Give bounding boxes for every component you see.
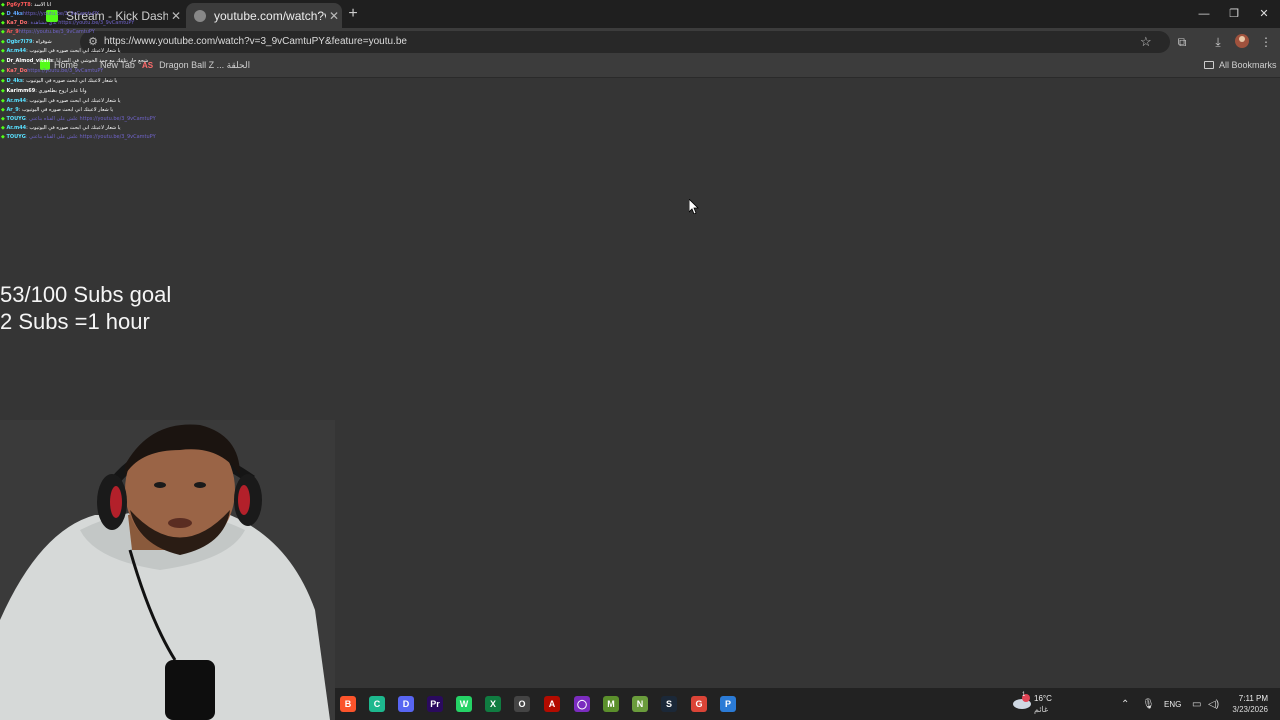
chat-username: Ar.m44	[6, 98, 27, 104]
weather-temp[interactable]: 16°C	[1034, 694, 1052, 703]
chat-text: : علش على القناه بتاعتي https://youtu.be…	[25, 134, 156, 140]
chat-username: Dr_Almod_vitalis	[6, 58, 54, 64]
chat-username: Karimm69	[6, 88, 36, 94]
steam-icon[interactable]: S	[661, 696, 677, 712]
subs-rule-text: 2 Subs =1 hour	[0, 309, 150, 334]
extensions-icon[interactable]: ⧉	[1174, 34, 1190, 50]
taskbar	[335, 688, 1280, 720]
volume-icon[interactable]: ◁)	[1208, 699, 1219, 710]
site-info-icon[interactable]: ⚙	[86, 35, 100, 49]
chat-text: : بدي مشاهدة https://youtu.be/3_9vCamtuP…	[27, 20, 135, 26]
download-icon[interactable]: ⤓	[1210, 34, 1226, 50]
discord-icon[interactable]: D	[398, 696, 414, 712]
profile-icon[interactable]	[1234, 34, 1250, 50]
weather-desc: غائم	[1034, 705, 1049, 714]
chat-message: ◆ Ka7_Do: بدي مشاهدة https://youtu.be/3_…	[1, 20, 134, 26]
chat-username: Ar_9	[6, 107, 19, 113]
subs-goal-text: 53/100 Subs goal	[0, 282, 172, 307]
bookmark-dragon-ball[interactable]: AS Dragon Ball Z ... الحلقة	[142, 60, 250, 71]
chat-username: Ka7_Do	[6, 20, 28, 26]
minecraft-icon[interactable]: M	[603, 696, 619, 712]
chevron-up-icon[interactable]: ⌃	[1121, 699, 1129, 710]
chat-message: ◆ Dr_Almod_vitalis: شجع حار بتاعك مع حمد…	[1, 58, 148, 64]
chat-username: Ka7_Do	[6, 68, 28, 74]
sheets-icon[interactable]: X	[485, 696, 501, 712]
obs-icon[interactable]: O	[514, 696, 530, 712]
chat-message: ◆ D_4kshttps://youtu.be/3_9vCamtuPY	[1, 11, 99, 17]
globe-icon	[194, 9, 206, 22]
clock-date[interactable]: 3/23/2026	[1222, 705, 1268, 714]
chat-text: : وانا عايز اروح بطلعوري	[35, 88, 87, 94]
chat-username: D_4ks	[6, 11, 23, 17]
chat-text: : انا الاسد	[30, 2, 52, 8]
subs-goal-overlay: 53/100 Subs goal 2 Subs =1 hour	[0, 281, 171, 335]
notepad-icon[interactable]: N	[632, 696, 648, 712]
chat-message: ◆ D_4ks: يا شعار لاعبتك اني ابحث صوره في…	[1, 78, 117, 84]
all-bookmarks-button[interactable]: All Bookmarks	[1204, 60, 1277, 70]
chat-text: : يا شعار لاعبتك اني ابحث صوره في اليوتي…	[18, 107, 114, 113]
chat-message: ◆ Ar.m44: يا شعار لاعبتك اني ابحث صوره ف…	[1, 98, 121, 104]
chat-text: : شوفراه	[32, 39, 52, 45]
chat-text: : شجع حار بتاعك مع حمد الخوشي في السرايا	[53, 58, 149, 64]
chat-message: ◆ Ar_9https://youtu.be/3_9vCamtuPY	[1, 29, 95, 35]
chat-message: ◆ Ogbr7i79: شوفراه	[1, 39, 52, 45]
network-icon[interactable]: ▭	[1192, 699, 1201, 710]
close-window-button[interactable]: ✕	[1250, 4, 1278, 24]
chat-message: ◆ Ar.m44: يا شعار لاعبتك اني ابحث صوره ف…	[1, 48, 121, 54]
minimize-button[interactable]: —	[1190, 4, 1218, 24]
chrome-icon[interactable]: G	[691, 696, 707, 712]
tab-youtube[interactable]: youtube.com/watch?v=3_9vCan ✕	[186, 3, 342, 28]
chat-username: D_4ks	[6, 78, 23, 84]
chat-message: ◆ Ar.m44: يا شعار لاعبتك اني ابحث صوره ف…	[1, 125, 121, 131]
tab-title: youtube.com/watch?v=3_9vCan	[214, 8, 326, 23]
clipchamp-icon[interactable]: C	[369, 696, 385, 712]
language-indicator[interactable]: ENG	[1164, 700, 1181, 709]
menu-icon[interactable]: ⋮	[1258, 34, 1274, 50]
chat-username: TOUYG	[6, 116, 26, 122]
chat-text: : يا شعار لاعبتك اني ابحث صوره في اليوتي…	[26, 98, 121, 104]
maximize-button[interactable]: ❐	[1220, 4, 1248, 24]
adobe-icon[interactable]: A	[544, 696, 560, 712]
chat-text: https://youtu.be/3_9vCamtuPY	[27, 68, 104, 74]
chat-text: : يا شعار لاعبتك اني ابحث صوره في اليوتي…	[26, 125, 121, 131]
url-text[interactable]: https://www.youtube.com/watch?v=3_9vCamt…	[104, 36, 407, 47]
premiere-icon[interactable]: Pr	[427, 696, 443, 712]
chat-message: ◆ Karimm69: وانا عايز اروح بطلعوري	[1, 88, 87, 94]
close-tab-icon[interactable]: ✕	[326, 9, 342, 23]
chat-username: Ar.m44	[6, 125, 27, 131]
chat-message: ◆ TOUYG: علش على القناه بتاعتي https://y…	[1, 134, 156, 140]
chat-message: ◆ Ka7_Dohttps://youtu.be/3_9vCamtuPY	[1, 68, 103, 74]
chat-message: ◆ TOUYG: علش على القناه بتاعتي https://y…	[1, 116, 156, 122]
chat-text: https://youtu.be/3_9vCamtuPY	[22, 11, 99, 17]
chat-username: Pg6y7T8	[6, 2, 31, 8]
chat-message: ◆ Pg6y7T8: انا الاسد	[1, 2, 51, 8]
bookmark-label: Dragon Ball Z ... الحلقة	[159, 60, 251, 70]
chat-username: TOUYG	[6, 134, 26, 140]
new-tab-button[interactable]: +	[346, 5, 360, 23]
chat-username: Ogbr7i79	[6, 39, 33, 45]
paint-icon[interactable]: P	[720, 696, 736, 712]
brave-icon[interactable]: B	[340, 696, 356, 712]
weather-badge: 1	[1022, 692, 1026, 698]
chat-username: Ar_9	[6, 29, 19, 35]
chat-message: ◆ Ar_9: يا شعار لاعبتك اني ابحث صوره في …	[1, 107, 113, 113]
close-tab-icon[interactable]: ✕	[168, 9, 184, 23]
chat-text: : يا شعار لاعبتك اني ابحث صوره في اليوتي…	[22, 78, 118, 84]
folder-icon	[1204, 61, 1214, 69]
app-ring-icon[interactable]: ◯	[574, 696, 590, 712]
clock-time[interactable]: 7:11 PM	[1222, 694, 1268, 703]
chat-username: Ar.m44	[6, 48, 27, 54]
microphone-icon[interactable]: 🎙	[1142, 699, 1155, 710]
star-icon[interactable]: ☆	[1140, 34, 1152, 50]
whatsapp-icon[interactable]: W	[456, 696, 472, 712]
mouse-cursor-icon	[689, 199, 699, 214]
chat-text: : يا شعار لاعبتك اني ابحث صوره في اليوتي…	[26, 48, 121, 54]
chat-text: https://youtu.be/3_9vCamtuPY	[18, 29, 95, 35]
webcam-feed	[0, 420, 335, 720]
chat-text: : علش على القناه بتاعتي https://youtu.be…	[25, 116, 156, 122]
bookmark-label: All Bookmarks	[1219, 60, 1277, 70]
